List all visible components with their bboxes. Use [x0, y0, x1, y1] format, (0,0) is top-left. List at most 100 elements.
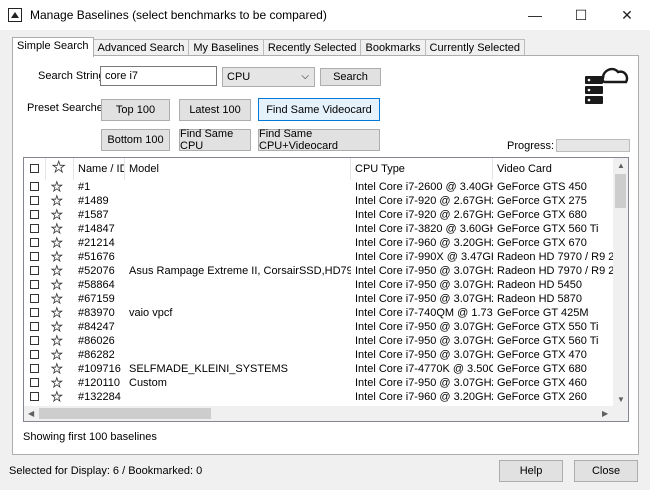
close-button[interactable]: Close	[574, 460, 638, 482]
row-video-card: GeForce GTX 260	[497, 391, 587, 403]
bookmark-star-icon[interactable]: ★	[51, 222, 63, 236]
header-checkbox-column[interactable]	[24, 158, 46, 180]
row-select-checkbox[interactable]	[30, 322, 39, 331]
row-select-checkbox[interactable]	[30, 336, 39, 345]
row-video-card: GeForce GTX 680	[497, 209, 587, 221]
row-select-checkbox[interactable]	[30, 238, 39, 247]
search-category-select[interactable]: CPU ⌵	[222, 67, 315, 87]
row-video-card: GeForce GTS 450	[497, 181, 587, 193]
bookmark-star-icon[interactable]: ★	[51, 376, 63, 390]
close-window-button[interactable]: ✕	[604, 0, 650, 30]
row-model	[125, 348, 351, 362]
table-row[interactable]: ★ #86026 Intel Core i7-950 @ 3.07GHz GeForc…	[24, 334, 615, 348]
table-row[interactable]: ★ #58864 Intel Core i7-950 @ 3.07GHz Radeon…	[24, 278, 615, 292]
row-model: SELFMADE_KLEINI_SYSTEMS	[129, 363, 288, 375]
table-row[interactable]: ★ #1489 Intel Core i7-920 @ 2.67GHz GeForce…	[24, 194, 615, 208]
row-select-checkbox[interactable]	[30, 308, 39, 317]
bookmark-star-icon[interactable]: ★	[51, 208, 63, 222]
horizontal-scroll-thumb[interactable]	[39, 408, 211, 419]
row-select-checkbox[interactable]	[30, 210, 39, 219]
row-name-id: #109716	[78, 363, 121, 375]
row-select-checkbox[interactable]	[30, 182, 39, 191]
table-row[interactable]: ★ #1 Intel Core i7-2600 @ 3.40GHz GeForce G…	[24, 180, 615, 194]
scroll-up-icon[interactable]: ▲	[617, 161, 625, 170]
bookmark-star-icon[interactable]: ★	[51, 292, 63, 306]
horizontal-scrollbar[interactable]: ◀ ▶	[24, 406, 628, 421]
row-select-checkbox[interactable]	[30, 224, 39, 233]
row-select-checkbox[interactable]	[30, 196, 39, 205]
bookmark-star-icon[interactable]: ★	[51, 264, 63, 278]
scroll-left-icon[interactable]: ◀	[28, 409, 34, 418]
bookmark-star-icon[interactable]: ★	[51, 250, 63, 264]
table-row[interactable]: ★ #109716 SELFMADE_KLEINI_SYSTEMS Intel Cor…	[24, 362, 615, 376]
maximize-button[interactable]: ☐	[558, 0, 604, 30]
row-select-checkbox[interactable]	[30, 252, 39, 261]
table-row[interactable]: ★ #14847 Intel Core i7-3820 @ 3.60GHz GeFor…	[24, 222, 615, 236]
row-video-card: GeForce GT 425M	[497, 307, 589, 319]
table-row[interactable]: ★ #83970 vaio vpcf Intel Core i7-740QM @ 1.…	[24, 306, 615, 320]
select-all-checkbox[interactable]	[30, 164, 39, 173]
row-select-checkbox[interactable]	[30, 280, 39, 289]
table-row[interactable]: ★ #51676 Intel Core i7-990X @ 3.47GHz Radeo…	[24, 250, 615, 264]
progress-label: Progress:	[507, 140, 555, 152]
header-video-card[interactable]: Video Card	[493, 158, 615, 180]
search-input[interactable]: core i7	[100, 66, 217, 86]
search-button[interactable]: Search	[320, 68, 381, 86]
tab-simple-search[interactable]: Simple Search	[12, 37, 94, 57]
row-select-checkbox[interactable]	[30, 364, 39, 373]
bookmark-star-icon[interactable]: ★	[51, 194, 63, 208]
scroll-down-icon[interactable]: ▼	[617, 395, 625, 404]
row-select-checkbox[interactable]	[30, 392, 39, 401]
row-cpu-type: Intel Core i7-950 @ 3.07GHz	[355, 335, 493, 347]
row-cpu-type: Intel Core i7-950 @ 3.07GHz	[355, 349, 493, 361]
bookmark-star-icon[interactable]: ★	[51, 278, 63, 292]
bookmark-star-icon[interactable]: ★	[51, 236, 63, 250]
top-100-button[interactable]: Top 100	[101, 99, 170, 121]
bookmark-star-icon[interactable]: ★	[51, 348, 63, 362]
table-row[interactable]: ★ #132284 Intel Core i7-960 @ 3.20GHz GeFor…	[24, 390, 615, 404]
minimize-button[interactable]: —	[512, 0, 558, 30]
baselines-list[interactable]: ★ Name / ID Model CPU Type Video Card ★ #…	[23, 157, 629, 422]
row-name-id: #86026	[78, 335, 115, 347]
bookmark-star-icon[interactable]: ★	[51, 320, 63, 334]
table-row[interactable]: ★ #52076 Asus Rampage Extreme II, CorsairS…	[24, 264, 615, 278]
header-cpu-type[interactable]: CPU Type	[351, 158, 493, 180]
bookmark-star-icon[interactable]: ★	[51, 390, 63, 404]
table-row[interactable]: ★ #84247 Intel Core i7-950 @ 3.07GHz GeForc…	[24, 320, 615, 334]
row-select-checkbox[interactable]	[30, 294, 39, 303]
row-cpu-type: Intel Core i7-950 @ 3.07GHz	[355, 279, 493, 291]
progress-bar	[556, 139, 630, 152]
row-model	[125, 334, 351, 348]
table-row[interactable]: ★ #67159 Intel Core i7-950 @ 3.07GHz Radeon…	[24, 292, 615, 306]
scroll-right-icon[interactable]: ▶	[602, 409, 608, 418]
find-same-videocard-button[interactable]: Find Same Videocard	[258, 98, 380, 121]
header-bookmark-column[interactable]: ★	[46, 158, 74, 180]
row-select-checkbox[interactable]	[30, 378, 39, 387]
bookmark-star-icon[interactable]: ★	[51, 306, 63, 320]
bottom-100-button[interactable]: Bottom 100	[101, 129, 170, 151]
bookmark-star-icon[interactable]: ★	[51, 334, 63, 348]
bookmark-star-icon[interactable]: ★	[51, 362, 63, 376]
row-video-card: GeForce GTX 560 Ti	[497, 335, 599, 347]
vertical-scroll-thumb[interactable]	[615, 174, 626, 208]
row-select-checkbox[interactable]	[30, 266, 39, 275]
header-model[interactable]: Model	[125, 158, 351, 180]
header-name-id[interactable]: Name / ID	[74, 158, 125, 180]
table-row[interactable]: ★ #21214 Intel Core i7-960 @ 3.20GHz GeForc…	[24, 236, 615, 250]
row-model	[125, 278, 351, 292]
row-video-card: GeForce GTX 275	[497, 195, 587, 207]
row-model	[125, 250, 351, 264]
help-button[interactable]: Help	[499, 460, 563, 482]
row-select-checkbox[interactable]	[30, 350, 39, 359]
table-row[interactable]: ★ #120110 Custom Intel Core i7-950 @ 3.07GH…	[24, 376, 615, 390]
row-name-id: #14847	[78, 223, 115, 235]
row-video-card: GeForce GTX 470	[497, 349, 587, 361]
vertical-scrollbar[interactable]: ▲ ▼	[613, 158, 628, 407]
find-same-cpu-button[interactable]: Find Same CPU	[179, 128, 251, 152]
row-cpu-type: Intel Core i7-990X @ 3.47GHz	[355, 251, 493, 263]
latest-100-button[interactable]: Latest 100	[179, 99, 251, 121]
table-row[interactable]: ★ #1587 Intel Core i7-920 @ 2.67GHz GeForce…	[24, 208, 615, 222]
bookmark-star-icon[interactable]: ★	[51, 180, 63, 193]
find-same-cpu-videocard-button[interactable]: Find Same CPU+Videocard	[258, 128, 380, 152]
table-row[interactable]: ★ #86282 Intel Core i7-950 @ 3.07GHz GeForc…	[24, 348, 615, 362]
